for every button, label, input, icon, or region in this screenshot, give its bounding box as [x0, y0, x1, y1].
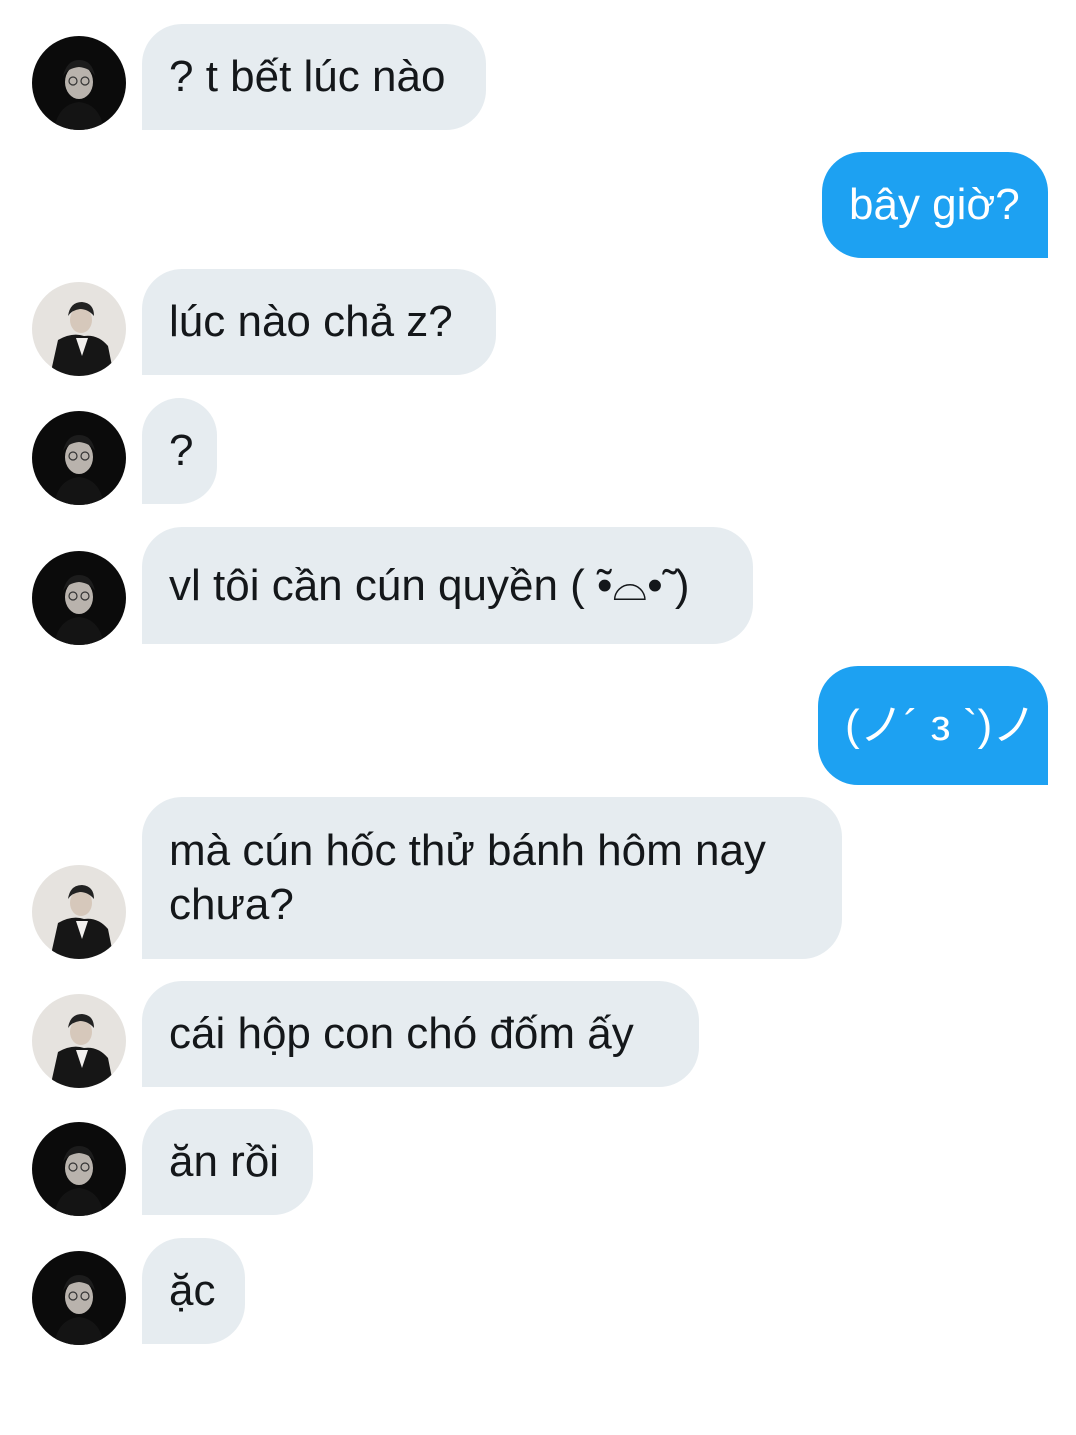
person-avatar-icon: [32, 865, 126, 959]
message-text: mà cún hốc thử bánh hôm nay chưa?: [169, 826, 766, 929]
avatar[interactable]: [32, 994, 126, 1088]
incoming-message-bubble[interactable]: mà cún hốc thử bánh hôm nay chưa?: [142, 797, 842, 959]
person-avatar-icon: [32, 1251, 126, 1345]
person-avatar-icon: [32, 551, 126, 645]
person-avatar-icon: [32, 1122, 126, 1216]
incoming-message-bubble[interactable]: vl tôi cần cún quyền ( ̃•⌓•̃ ): [142, 527, 753, 644]
incoming-message-bubble[interactable]: ?: [142, 398, 217, 504]
avatar[interactable]: [32, 1122, 126, 1216]
message-text: ặc: [169, 1266, 216, 1315]
person-avatar-icon: [32, 411, 126, 505]
incoming-message-bubble[interactable]: lúc nào chả z?: [142, 269, 496, 375]
avatar[interactable]: [32, 865, 126, 959]
outgoing-message-bubble[interactable]: (ノ´ з `)ノ: [818, 666, 1048, 785]
avatar[interactable]: [32, 282, 126, 376]
outgoing-message-bubble[interactable]: bây giờ?: [822, 152, 1048, 258]
avatar[interactable]: [32, 411, 126, 505]
person-avatar-icon: [32, 994, 126, 1088]
person-avatar-icon: [32, 36, 126, 130]
incoming-message-bubble[interactable]: ặc: [142, 1238, 245, 1344]
message-text: ? t bết lúc nào: [169, 52, 446, 101]
message-text: bây giờ?: [849, 180, 1020, 229]
incoming-message-bubble[interactable]: cái hộp con chó đốm ấy: [142, 981, 699, 1087]
person-avatar-icon: [32, 282, 126, 376]
avatar[interactable]: [32, 551, 126, 645]
incoming-message-bubble[interactable]: ăn rồi: [142, 1109, 313, 1215]
message-text: lúc nào chả z?: [169, 297, 453, 346]
message-text: cái hộp con chó đốm ấy: [169, 1009, 634, 1058]
avatar[interactable]: [32, 1251, 126, 1345]
message-text: ?: [169, 426, 194, 475]
clipped-message-bubble: [142, 1418, 782, 1435]
message-text: vl tôi cần cún quyền ( ̃•⌓•̃ ): [169, 560, 690, 610]
avatar[interactable]: [32, 36, 126, 130]
incoming-message-bubble[interactable]: ? t bết lúc nào: [142, 24, 486, 130]
message-text: ăn rồi: [169, 1137, 280, 1186]
message-text: (ノ´ з `)ノ: [845, 700, 1037, 750]
